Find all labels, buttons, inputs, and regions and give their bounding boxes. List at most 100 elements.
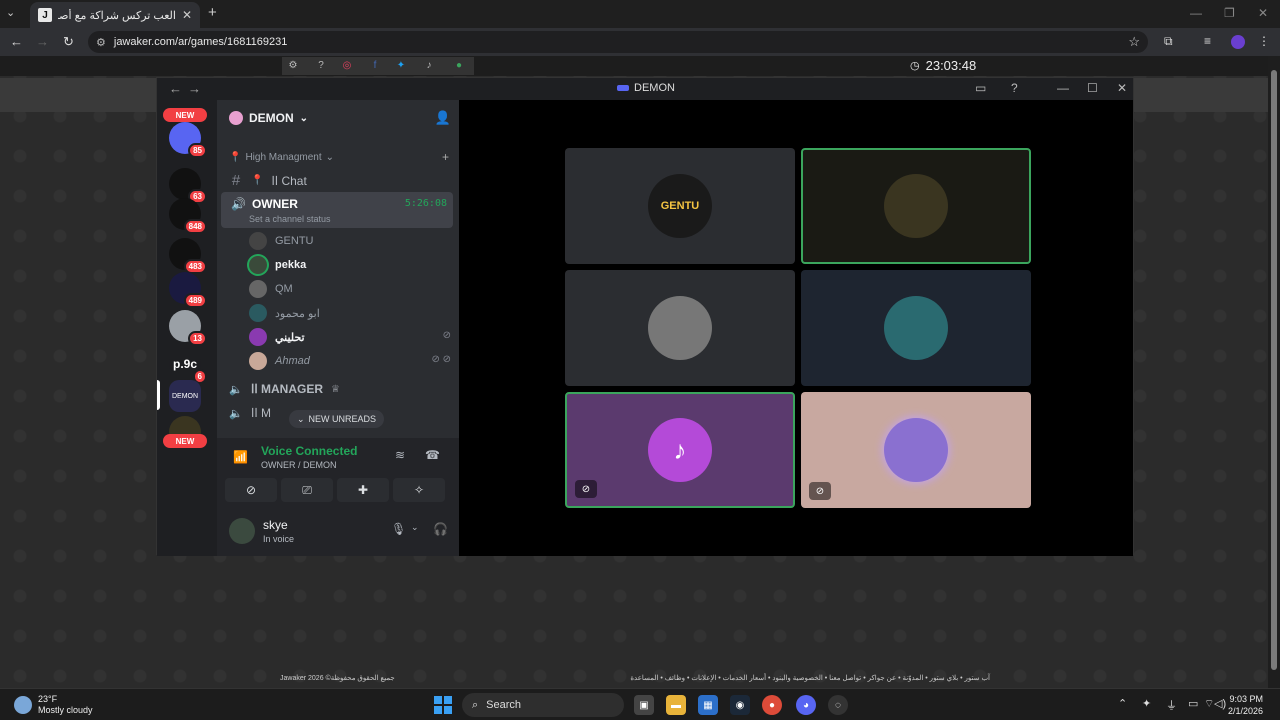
close-tab-icon[interactable]: ✕: [182, 8, 192, 22]
headphones-icon[interactable]: 🎧: [433, 522, 448, 536]
discord-maximize-icon[interactable]: ☐: [1087, 81, 1098, 95]
user-avatar[interactable]: [229, 518, 255, 544]
twitter-icon[interactable]: ✦: [394, 60, 408, 74]
scrollbar-thumb[interactable]: [1271, 70, 1277, 670]
category-header[interactable]: 📍 High Managment ⌄: [229, 152, 334, 163]
new-unreads-pill[interactable]: ⌄ NEW UNREADS: [289, 410, 385, 428]
participant-tile-speaking[interactable]: ♪ ⊘: [565, 392, 795, 508]
volume-icon[interactable]: ◁): [1214, 697, 1226, 710]
server-icon[interactable]: 13: [169, 310, 207, 346]
mic-options-chevron-icon[interactable]: ⌄: [411, 522, 419, 533]
forward-icon[interactable]: →: [36, 34, 49, 49]
tray-app-icon[interactable]: ✦: [1142, 697, 1151, 710]
new-pill[interactable]: NEW: [163, 434, 207, 448]
soundboard-button[interactable]: ✧: [393, 478, 445, 502]
avatar: [249, 280, 267, 298]
site-info-icon[interactable]: ⚙: [96, 36, 106, 49]
chat-icon[interactable]: ●: [452, 60, 466, 74]
participant-tile-speaking[interactable]: [801, 148, 1031, 264]
facebook-icon[interactable]: f: [368, 60, 382, 74]
media-controls-icon[interactable]: ≡: [1204, 34, 1211, 48]
signal-icon[interactable]: 📶: [233, 450, 248, 464]
create-channel-icon[interactable]: +: [442, 150, 449, 164]
minimize-icon[interactable]: —: [1190, 6, 1202, 20]
profile-avatar[interactable]: [1231, 35, 1245, 49]
disconnect-icon[interactable]: ☎: [425, 448, 440, 462]
tab-search-icon[interactable]: ⌄: [6, 6, 15, 19]
search-icon: ⌕: [472, 698, 479, 711]
address-bar[interactable]: ⚙ jawaker.com/ar/games/1681169231 ☆: [88, 31, 1148, 53]
task-view-icon[interactable]: ▣: [634, 695, 654, 715]
settings-icon[interactable]: ⚙: [286, 60, 300, 74]
file-explorer-icon[interactable]: ▬: [666, 695, 686, 715]
participant-tile[interactable]: GENTU: [565, 148, 795, 264]
menu-icon[interactable]: ⋮: [1258, 34, 1270, 48]
instagram-icon[interactable]: ◎: [340, 60, 354, 74]
server-icon[interactable]: 489: [169, 272, 207, 308]
server-header[interactable]: DEMON ⌄ 👤: [217, 100, 459, 136]
tray-usb-icon[interactable]: ⏚: [1166, 697, 1177, 713]
taskbar-search[interactable]: ⌕ Search: [462, 693, 624, 717]
participant-tile[interactable]: ⊘: [801, 392, 1031, 508]
screen-share-button[interactable]: ⎚: [281, 478, 333, 502]
microphone-icon[interactable]: 🎙: [391, 522, 406, 536]
activities-button[interactable]: ✚: [337, 478, 389, 502]
close-window-icon[interactable]: ✕: [1258, 6, 1268, 20]
noise-suppression-icon[interactable]: ≋: [395, 448, 405, 462]
active-voice-channel[interactable]: 🔊 OWNER 5:26:08 Set a channel status: [221, 192, 453, 228]
back-icon[interactable]: ←: [10, 34, 23, 49]
voice-location[interactable]: OWNER / DEMON: [261, 460, 337, 470]
reload-icon[interactable]: ↻: [63, 34, 74, 50]
server-icon-demon[interactable]: DEMON: [169, 380, 201, 412]
app-icon[interactable]: ◌: [828, 695, 848, 715]
server-icon[interactable]: 483: [169, 238, 207, 274]
page-scrollbar[interactable]: [1268, 56, 1280, 688]
voice-user[interactable]: تحليني: [249, 328, 305, 346]
server-icon[interactable]: 848: [169, 198, 207, 234]
server-icon[interactable]: 85: [169, 122, 207, 158]
bookmark-star-icon[interactable]: ☆: [1128, 34, 1140, 50]
voice-user[interactable]: QM: [249, 280, 293, 298]
extensions-icon[interactable]: ⧉: [1164, 34, 1173, 49]
sound-icon[interactable]: ♪: [422, 60, 436, 74]
channel-next[interactable]: 🔈 اا M: [229, 406, 271, 420]
voice-user[interactable]: GENTU: [249, 232, 314, 250]
user-name[interactable]: skye: [263, 518, 288, 532]
voice-user[interactable]: pekka: [249, 256, 306, 274]
inbox-icon[interactable]: ▭: [975, 81, 986, 95]
maximize-icon[interactable]: ❐: [1224, 6, 1235, 20]
participant-tile[interactable]: [565, 270, 795, 386]
help-icon[interactable]: ?: [314, 60, 328, 74]
chrome-icon[interactable]: ●: [762, 695, 782, 715]
clock-time: 9:03 PM: [1229, 694, 1264, 704]
help-circle-icon[interactable]: ?: [1011, 81, 1018, 95]
voice-user[interactable]: Ahmad: [249, 352, 310, 370]
steam-icon[interactable]: ◉: [730, 695, 750, 715]
server-label: p.9c: [172, 357, 197, 371]
participant-tile[interactable]: [801, 270, 1031, 386]
windows-start-icon[interactable]: [434, 696, 452, 714]
channel-status[interactable]: Set a channel status: [249, 214, 331, 224]
new-tab-icon[interactable]: +: [208, 4, 217, 21]
discord-nav-arrows-icon[interactable]: ←→: [169, 81, 207, 96]
discord-minimize-icon[interactable]: —: [1057, 81, 1069, 95]
tray-overflow-icon[interactable]: ⌃: [1118, 697, 1127, 710]
footer-links[interactable]: آب ستور • بلاي ستور • المدوّنة • عن جواك…: [630, 674, 990, 682]
avatar: [249, 352, 267, 370]
wifi-icon[interactable]: ⌔: [1204, 697, 1214, 711]
voice-user[interactable]: ابو محمود: [249, 304, 320, 322]
system-clock[interactable]: 9:03 PM 2/1/2026: [1228, 693, 1263, 717]
server-icon[interactable]: 63: [169, 168, 207, 204]
server-icon[interactable]: p.9c 6: [169, 348, 207, 384]
invite-people-icon[interactable]: 👤: [435, 110, 451, 126]
browser-tab[interactable]: J العب تركس شراكة مع أصدقائك ✕: [30, 2, 200, 28]
new-pill[interactable]: NEW: [163, 108, 207, 122]
discord-icon[interactable]: ◕: [796, 695, 816, 715]
store-icon[interactable]: ▦: [698, 695, 718, 715]
discord-close-icon[interactable]: ✕: [1117, 81, 1127, 95]
camera-button[interactable]: ⊘: [225, 478, 277, 502]
weather-widget[interactable]: 23°F Mostly cloudy: [14, 694, 93, 716]
channel-chat[interactable]: # 📍 اا Chat: [229, 172, 307, 189]
channel-manager[interactable]: 🔈 اا MANAGER ♕: [229, 382, 340, 396]
tray-display-icon[interactable]: ▭: [1188, 697, 1198, 710]
